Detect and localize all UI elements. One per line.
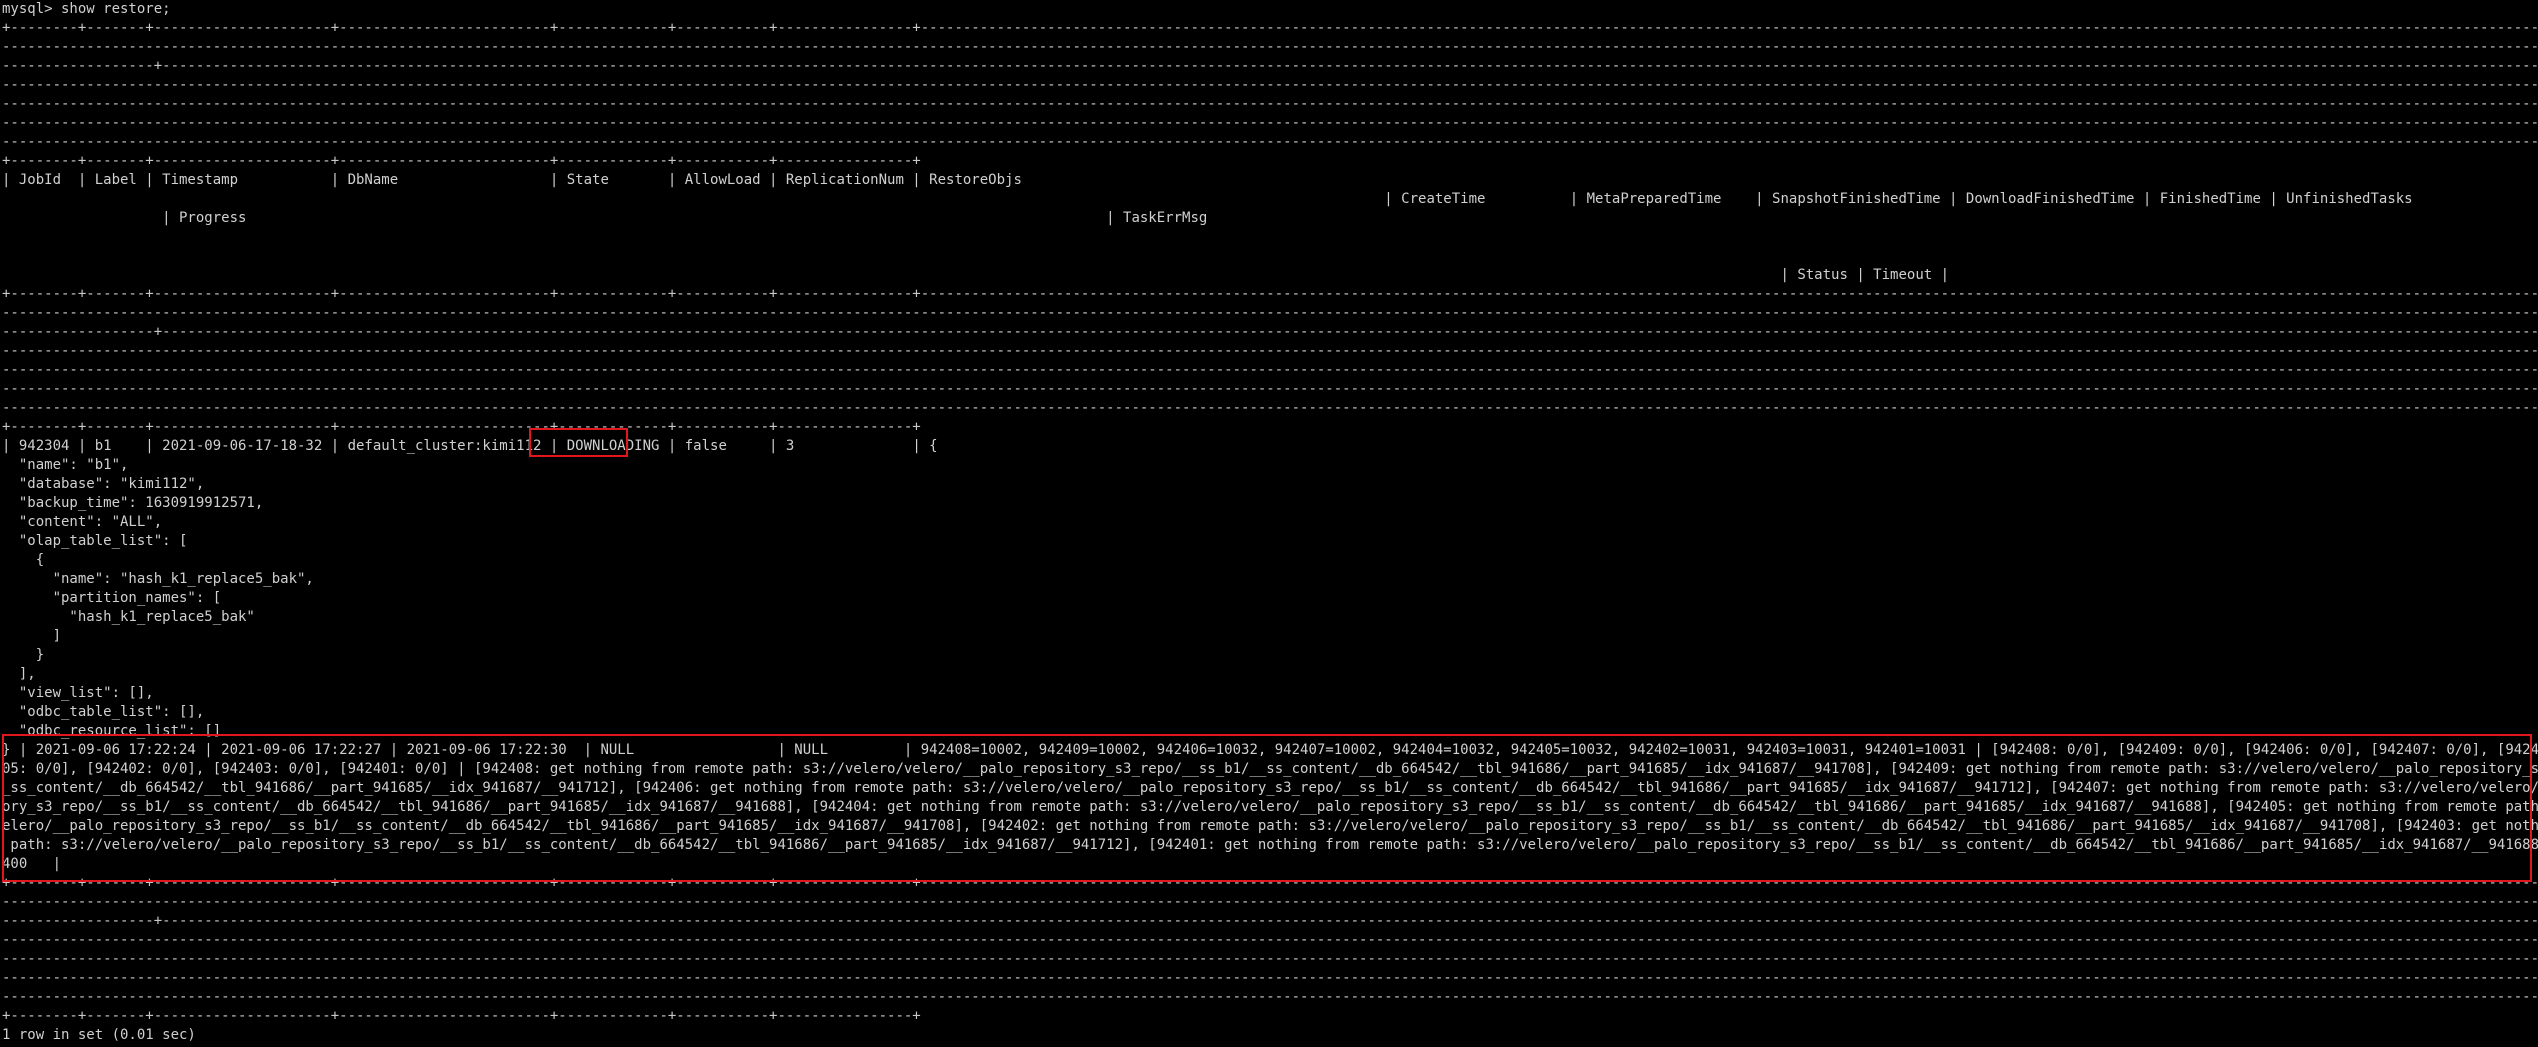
restore-objs-json-line: {: [2, 552, 45, 568]
table-border: ----------------------------------------…: [2, 400, 2538, 416]
row-prefix: | 942304 | b1 | 2021-09-06-17-18-32 | de…: [2, 438, 567, 454]
table-border: ----------------------------------------…: [2, 362, 2538, 378]
table-border: ------------------+---------------------…: [2, 324, 2538, 340]
table-border: +--------+-------+---------------------+…: [2, 875, 2538, 891]
row-wrapped-line: 400 |: [2, 856, 62, 872]
restore-objs-json-line: "partition_names": [: [2, 590, 222, 606]
table-header-line: | TaskErrMsg: [2, 210, 1208, 226]
row-wrapped-line: } | 2021-09-06 17:22:24 | 2021-09-06 17:…: [2, 742, 2538, 758]
restore-objs-json-line: }: [2, 647, 45, 663]
table-border: ----------------------------------------…: [2, 115, 2538, 131]
row-wrapped-line: elero/__palo_repository_s3_repo/__ss_b1/…: [2, 818, 2538, 834]
mysql-prompt-line: mysql> show restore;: [2, 1, 171, 17]
terminal-window[interactable]: mysql> show restore; +--------+-------+-…: [0, 0, 2538, 1047]
table-border: ----------------------------------------…: [2, 989, 2538, 1005]
table-border: ----------------------------------------…: [2, 343, 2538, 359]
table-border: ----------------------------------------…: [2, 951, 2538, 967]
table-border: ----------------------------------------…: [2, 894, 2538, 910]
table-border: +--------+-------+---------------------+…: [2, 1008, 921, 1024]
row-wrapped-line: 05: 0/0], [942402: 0/0], [942403: 0/0], …: [2, 761, 2538, 777]
restore-objs-json-line: "content": "ALL",: [2, 514, 163, 530]
row-wrapped-line: _ss_content/__db_664542/__tbl_941686/__p…: [2, 780, 2538, 796]
query-result-footer: 1 row in set (0.01 sec): [2, 1027, 196, 1043]
table-border: +--------+-------+---------------------+…: [2, 419, 921, 435]
table-border: ------------------+---------------------…: [2, 58, 2538, 74]
restore-objs-json-line: ]: [2, 628, 62, 644]
restore-objs-json-line: "backup_time": 1630919912571,: [2, 495, 264, 511]
table-header-line: | JobId | Label | Timestamp | DbName | S…: [2, 172, 1022, 188]
restore-objs-json-line: "name": "hash_k1_replace5_bak",: [2, 571, 314, 587]
table-border: ----------------------------------------…: [2, 932, 2538, 948]
row-suffix: | false | 3 | {: [659, 438, 938, 454]
restore-objs-json-line: "view_list": [],: [2, 685, 154, 701]
table-border: ----------------------------------------…: [2, 39, 2538, 55]
restore-objs-json-line: "olap_table_list": [: [2, 533, 188, 549]
table-border: ----------------------------------------…: [2, 134, 2538, 150]
row-wrapped-line: ory_s3_repo/__ss_b1/__ss_content/__db_66…: [2, 799, 2538, 815]
state-value: DOWNLOADING: [566, 438, 660, 454]
table-border: ----------------------------------------…: [2, 305, 2538, 321]
table-row: | 942304 | b1 | 2021-09-06-17-18-32 | de…: [2, 437, 938, 456]
table-border: ----------------------------------------…: [2, 381, 2538, 397]
row-wrapped-line: path: s3://velero/velero/__palo_reposito…: [2, 837, 2538, 853]
table-border: +--------+-------+---------------------+…: [2, 20, 2538, 36]
restore-objs-json-line: ],: [2, 666, 36, 682]
table-border: +--------+-------+---------------------+…: [2, 286, 2538, 302]
table-header-line: | CreateTime | MetaPreparedTime | Snapsh…: [2, 191, 2413, 207]
table-border: ----------------------------------------…: [2, 96, 2538, 112]
restore-objs-json-line: "name": "b1",: [2, 457, 129, 473]
restore-objs-json-line: "odbc_table_list": [],: [2, 704, 205, 720]
table-border: ----------------------------------------…: [2, 77, 2538, 93]
restore-objs-json-line: "hash_k1_replace5_bak": [2, 609, 255, 625]
table-border: ------------------+---------------------…: [2, 913, 2538, 929]
table-border: +--------+-------+---------------------+…: [2, 153, 921, 169]
restore-objs-json-line: "database": "kimi112",: [2, 476, 205, 492]
table-border: ----------------------------------------…: [2, 970, 2538, 986]
restore-objs-json-line: "odbc_resource_list": []: [2, 723, 222, 739]
table-header-line: | Status | Timeout |: [2, 267, 1950, 283]
